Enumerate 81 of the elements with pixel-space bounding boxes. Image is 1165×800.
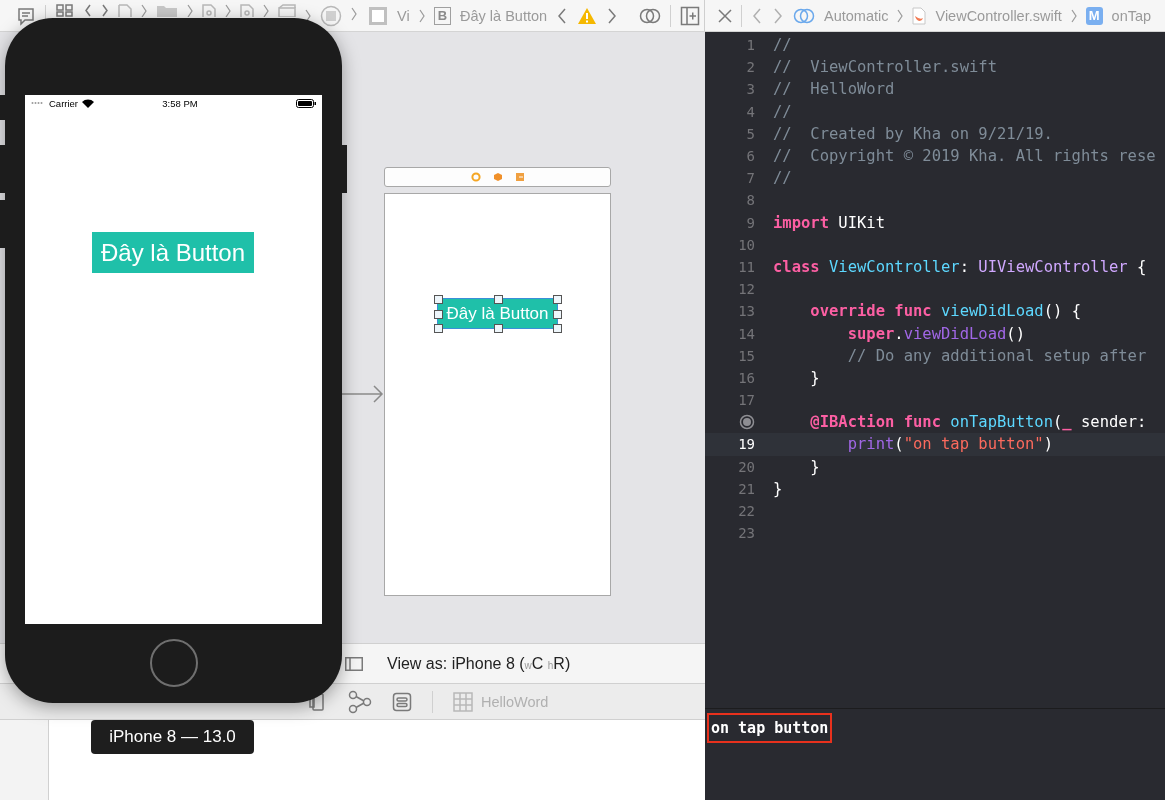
- close-icon[interactable]: [718, 8, 732, 23]
- line-number: 14: [738, 325, 755, 342]
- share-icon[interactable]: [348, 689, 372, 714]
- carrier-label: Carrier: [49, 97, 79, 109]
- line-number: 12: [738, 281, 755, 298]
- view-controller-icon[interactable]: [470, 172, 481, 182]
- battery-icon: [296, 98, 316, 108]
- line-number: 1: [746, 37, 755, 54]
- chevron-icon: [263, 4, 269, 17]
- status-time: 3:58 PM: [161, 97, 199, 109]
- grid-icon: [453, 691, 473, 712]
- chevron-icon: [897, 8, 904, 23]
- chevron-icon: [418, 8, 425, 23]
- code-line: // Copyright © 2019 Kha. All rights rese: [773, 147, 1156, 166]
- line-number: 16: [738, 369, 755, 386]
- breadcrumb-item[interactable]: Đây là Button: [460, 7, 548, 24]
- chevron-icon: [225, 4, 231, 17]
- line-number: 19: [738, 436, 755, 453]
- cube-icon[interactable]: [492, 172, 503, 182]
- code-line: print("on tap button"): [846, 435, 1053, 454]
- line-number: 13: [738, 303, 755, 320]
- code-line: class ViewController: UIViewController {: [773, 257, 1147, 276]
- resize-handle[interactable]: [493, 295, 503, 304]
- line-number: 20: [738, 458, 755, 475]
- code-line: //: [773, 169, 792, 188]
- code-line: @IBAction func onTapButton(_ sender:: [809, 413, 1147, 432]
- line-number: 21: [738, 480, 755, 497]
- chevron-icon: [141, 4, 147, 17]
- assistant-mode[interactable]: Automatic: [824, 7, 889, 24]
- line-number: 11: [738, 258, 755, 275]
- wifi-icon: [82, 98, 95, 108]
- swift-file-icon[interactable]: [912, 6, 927, 25]
- scheme-label: HelloWord: [481, 693, 549, 710]
- line-number: 6: [746, 148, 755, 165]
- breadcrumb-item[interactable]: ViewController.swift: [935, 7, 1062, 24]
- code-line: override func viewDidLoad() {: [809, 302, 1081, 321]
- code-line: // Created by Kha on 9/21/19.: [773, 124, 1053, 143]
- line-number: 5: [746, 125, 755, 142]
- resize-handle[interactable]: [493, 324, 503, 333]
- entry-arrow-icon: [340, 384, 384, 404]
- line-number: 22: [738, 503, 755, 520]
- breadcrumb-item[interactable]: onTap: [1111, 7, 1152, 24]
- home-button[interactable]: [150, 639, 198, 687]
- line-number: 7: [746, 170, 755, 187]
- method-badge: M: [1085, 6, 1103, 25]
- code-line: }: [809, 457, 820, 476]
- breakpoint-icon[interactable]: [739, 414, 755, 431]
- chevron-icon: [187, 4, 193, 17]
- breadcrumb-item[interactable]: Vi: [397, 7, 410, 24]
- code-line: //: [773, 102, 792, 121]
- exit-icon[interactable]: [514, 172, 525, 182]
- code-line: //: [773, 36, 792, 55]
- line-number: 4: [746, 103, 755, 120]
- code-line: }: [773, 479, 783, 498]
- app-button[interactable]: Đây là Button: [92, 232, 254, 273]
- console-output: on tap button: [707, 713, 833, 743]
- line-number: 15: [738, 347, 755, 364]
- button-label: Đây là Button: [446, 303, 549, 324]
- forward-icon[interactable]: [101, 4, 109, 17]
- comment-icon[interactable]: [16, 5, 36, 26]
- code-line: import UIKit: [773, 213, 885, 232]
- add-editor-icon[interactable]: [680, 5, 701, 26]
- button-badge: B: [433, 6, 452, 25]
- sidebar-toggle-icon[interactable]: [345, 656, 363, 671]
- code-line: // Do any additional setup after: [846, 346, 1147, 365]
- line-number: 10: [738, 236, 755, 253]
- code-line: // HelloWord: [773, 80, 895, 99]
- toggle-icon[interactable]: [392, 691, 412, 712]
- line-number: 17: [738, 392, 755, 409]
- code-line: super.viewDidLoad(): [846, 324, 1025, 343]
- line-number: 8: [746, 192, 755, 209]
- line-number: 9: [746, 214, 755, 231]
- chevron-icon: [1070, 8, 1077, 23]
- line-number: 3: [746, 81, 755, 98]
- device-tooltip: iPhone 8 — 13.0: [91, 720, 254, 754]
- grid-icon[interactable]: [55, 4, 75, 17]
- code-line: // ViewController.swift: [773, 58, 997, 77]
- line-number: 23: [738, 525, 755, 542]
- code-line: }: [809, 368, 820, 387]
- back-icon[interactable]: [84, 4, 92, 17]
- line-number: 2: [746, 59, 755, 76]
